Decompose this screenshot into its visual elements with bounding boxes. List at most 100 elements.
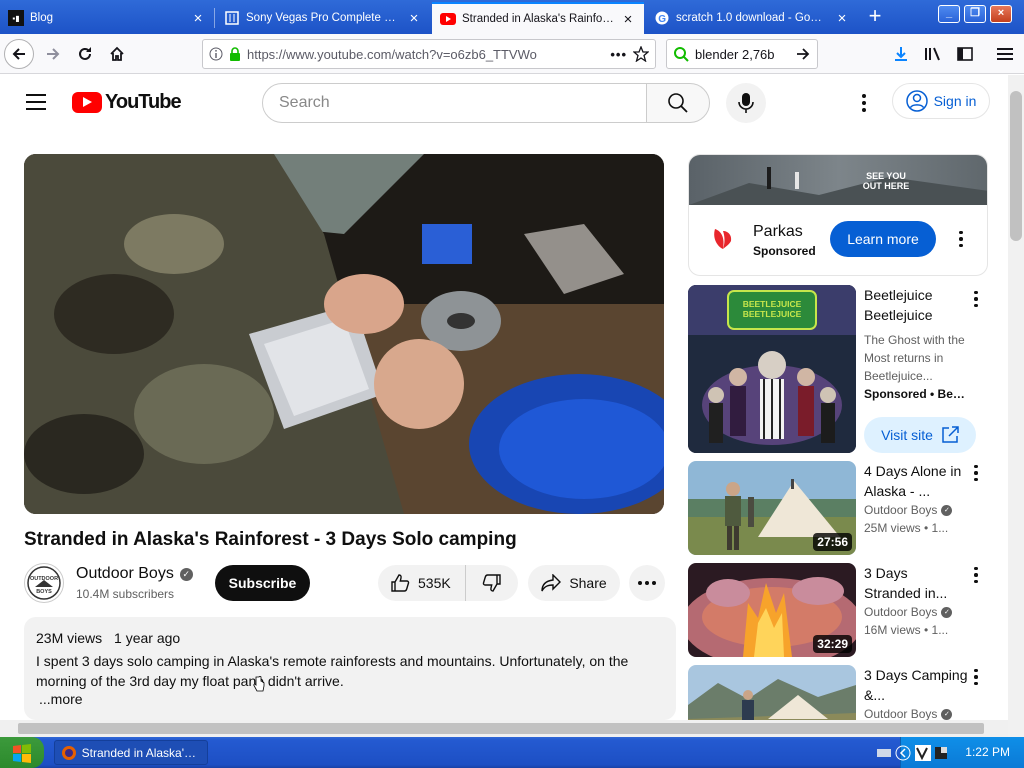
tray-expand-icon[interactable] [895, 745, 911, 761]
video-thumbnail[interactable] [688, 665, 856, 720]
horizontal-scroll-thumb[interactable] [18, 723, 984, 734]
video-item-channel[interactable]: Outdoor Boys ✓ [864, 705, 968, 720]
video-title: Stranded in Alaska's Rainforest - 3 Days… [24, 529, 517, 550]
back-button[interactable] [4, 39, 34, 69]
learn-more-button[interactable]: Learn more [830, 221, 936, 257]
settings-more-icon[interactable] [852, 91, 876, 115]
minimize-button[interactable]: _ [938, 5, 960, 23]
description-more-link[interactable]: ...more [39, 691, 664, 707]
video-item-info: 3 Days Camping &... Outdoor Boys ✓ [864, 665, 968, 720]
url-text[interactable]: https://www.youtube.com/watch?v=o6zb6_TT… [247, 47, 604, 62]
tab-blog[interactable]: ▪▮ Blog × [0, 2, 214, 34]
guide-menu-icon[interactable] [26, 94, 46, 110]
video-item-title[interactable]: 3 Days Stranded in... [864, 563, 968, 603]
close-tab-icon[interactable]: × [406, 10, 422, 27]
reload-button[interactable] [70, 39, 100, 69]
dislike-button[interactable] [466, 565, 518, 601]
network-icon[interactable] [877, 747, 891, 759]
close-tab-icon[interactable]: × [190, 10, 206, 27]
maximize-button[interactable]: ❐ [964, 5, 986, 23]
start-button[interactable] [0, 737, 44, 768]
more-actions-icon[interactable] [629, 565, 665, 601]
ad-card[interactable]: SEE YOU OUT HERE Parkas Sponsored Learn … [688, 154, 988, 276]
sidebar-video-item[interactable]: 32:29 3 Days Stranded in... Outdoor Boys… [688, 563, 988, 657]
browser-navbar: https://www.youtube.com/watch?v=o6zb6_TT… [0, 34, 1024, 74]
parkas-brand-icon [714, 229, 732, 249]
like-count: 535K [418, 575, 451, 591]
sidebar-icon [957, 47, 973, 61]
share-button[interactable]: Share [528, 565, 620, 601]
thumbs-down-icon [482, 574, 501, 592]
new-tab-button[interactable]: + [862, 4, 888, 30]
sidebar-sponsored-item[interactable]: BEETLEJUICE BEETLEJUICE Beetlejuice Beet… [688, 285, 988, 453]
arrow-right-icon [47, 48, 60, 60]
verified-badge-icon: ✓ [941, 606, 953, 618]
video-item-channel[interactable]: Outdoor Boys ✓ [864, 603, 968, 621]
tab-youtube-video[interactable]: Stranded in Alaska's Rainforest × [432, 2, 644, 34]
channel-avatar[interactable]: OUTDOOR BOYS [24, 563, 64, 603]
close-tab-icon[interactable]: × [834, 10, 850, 27]
channel-name-text[interactable]: Outdoor Boys [76, 565, 174, 583]
item-menu-icon[interactable] [966, 665, 986, 689]
external-link-icon [942, 426, 959, 443]
tray-volume-icon[interactable] [935, 746, 947, 759]
sidebar-video-item[interactable]: 3 Days Camping &... Outdoor Boys ✓ [688, 665, 988, 720]
visit-site-button[interactable]: Visit site [864, 417, 976, 453]
sponsored-title[interactable]: Beetlejuice Beetlejuice [864, 285, 968, 325]
ad-menu-icon[interactable] [951, 227, 971, 251]
video-item-channel-name[interactable]: Outdoor Boys [864, 501, 937, 519]
bookmark-star-icon[interactable] [633, 46, 649, 62]
item-menu-icon[interactable] [966, 563, 986, 587]
tray-app-icon[interactable] [915, 744, 931, 761]
close-window-button[interactable]: × [990, 5, 1012, 23]
description-box[interactable]: 23M views 1 year ago I spent 3 days solo… [24, 617, 676, 720]
video-thumbnail[interactable]: 27:56 [688, 461, 856, 555]
tab-google-search[interactable]: G scratch 1.0 download - Google S × [646, 2, 858, 34]
thumbs-up-icon [391, 574, 410, 592]
sidebar-button[interactable] [950, 39, 980, 69]
horizontal-scrollbar[interactable] [0, 720, 1008, 737]
vertical-scroll-thumb[interactable] [1010, 91, 1022, 241]
video-item-channel-name[interactable]: Outdoor Boys [864, 603, 937, 621]
share-arrow-icon [541, 574, 562, 592]
voice-search-button[interactable] [726, 83, 766, 123]
like-button[interactable]: 535K [378, 565, 466, 601]
tab-sony-vegas[interactable]: Sony Vegas Pro Complete Pack × [216, 2, 430, 34]
menu-button[interactable] [990, 39, 1020, 69]
home-button[interactable] [102, 39, 132, 69]
ad-banner-text: SEE YOU OUT HERE [862, 171, 910, 191]
page-actions-icon[interactable]: ••• [610, 47, 627, 62]
item-menu-icon[interactable] [966, 461, 986, 485]
search-input[interactable]: Search [262, 83, 647, 123]
browser-search-value[interactable]: blender 2,76b [695, 47, 789, 62]
home-icon [110, 46, 124, 61]
video-item-channel-name[interactable]: Outdoor Boys [864, 705, 937, 720]
youtube-logo[interactable]: YouTube [72, 91, 182, 114]
go-arrow-icon[interactable] [795, 46, 811, 62]
taskbar-clock[interactable]: 1:22 PM [965, 745, 1010, 759]
video-item-title[interactable]: 3 Days Camping &... [864, 665, 968, 705]
downloads-button[interactable] [886, 39, 916, 69]
beetlejuice-thumbnail[interactable]: BEETLEJUICE BEETLEJUICE [688, 285, 856, 453]
sign-in-button[interactable]: Sign in [892, 83, 990, 119]
channel-name[interactable]: Outdoor Boys ✓ [76, 565, 193, 583]
ad-banner-image[interactable]: SEE YOU OUT HERE [689, 155, 987, 205]
subscribe-button[interactable]: Subscribe [215, 565, 310, 601]
video-item-channel[interactable]: Outdoor Boys ✓ [864, 501, 968, 519]
video-thumbnail[interactable]: 32:29 [688, 563, 856, 657]
browser-search-box[interactable]: blender 2,76b [666, 39, 818, 69]
info-icon[interactable] [209, 47, 223, 61]
library-button[interactable] [918, 39, 948, 69]
item-menu-icon[interactable] [966, 287, 986, 311]
forward-button[interactable] [38, 39, 68, 69]
sidebar-video-item[interactable]: 27:56 4 Days Alone in Alaska - ... Outdo… [688, 461, 988, 555]
video-item-title[interactable]: 4 Days Alone in Alaska - ... [864, 461, 968, 501]
video-duration: 27:56 [813, 533, 852, 551]
taskbar-firefox-window[interactable]: Stranded in Alaska's R... [54, 740, 208, 765]
vertical-scrollbar[interactable] [1008, 75, 1024, 737]
close-tab-icon[interactable]: × [620, 11, 636, 28]
search-button[interactable] [646, 83, 710, 123]
video-duration: 32:29 [813, 635, 852, 653]
url-bar[interactable]: https://www.youtube.com/watch?v=o6zb6_TT… [202, 39, 656, 69]
video-player[interactable] [24, 154, 664, 514]
